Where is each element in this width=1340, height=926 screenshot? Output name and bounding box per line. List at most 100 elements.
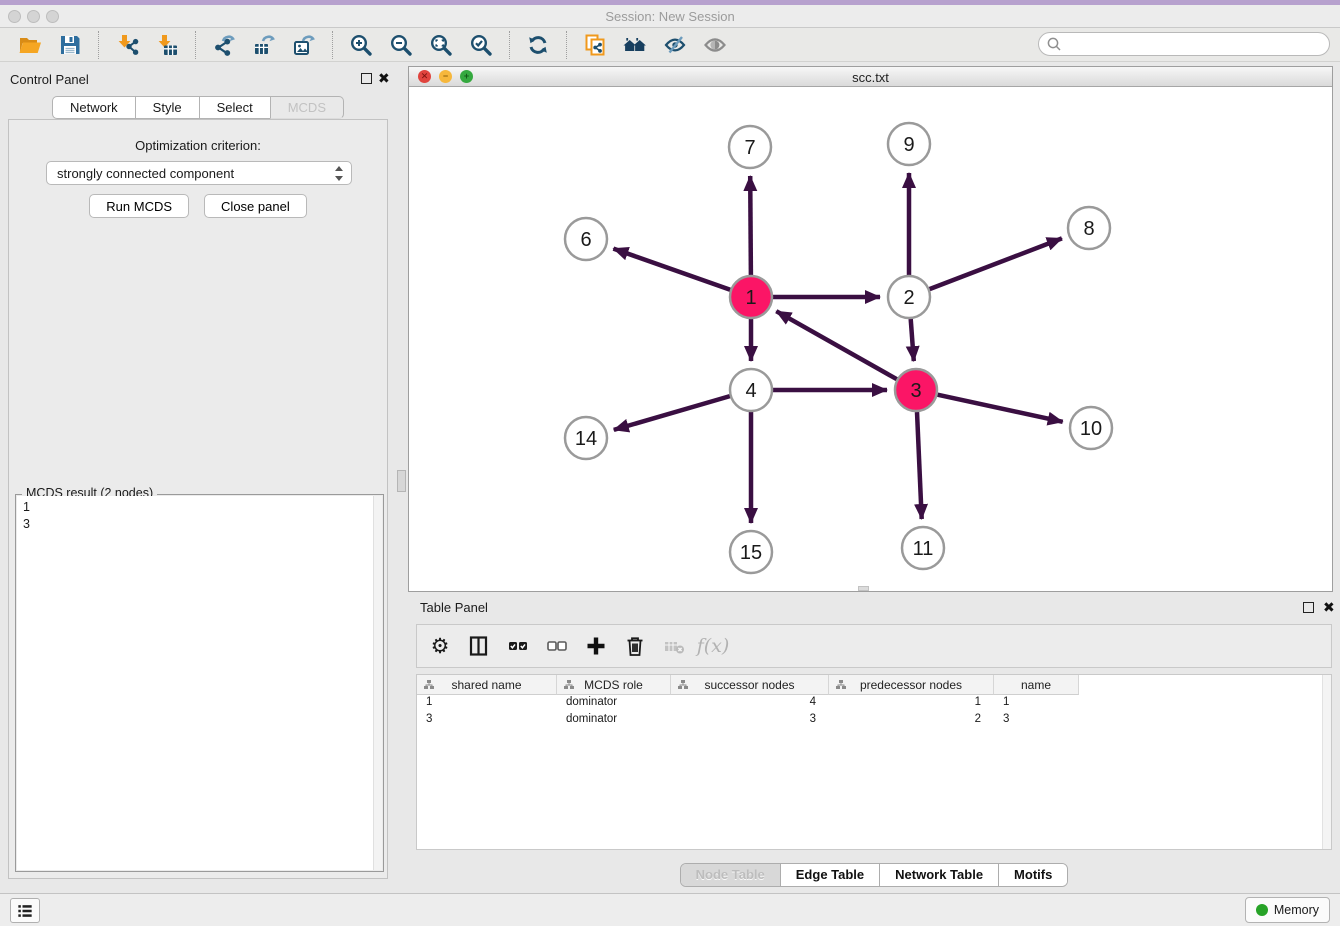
columns-button[interactable] [466,633,492,659]
import-table-button[interactable] [147,30,187,60]
float-panel-icon[interactable] [361,73,372,84]
node-4[interactable]: 4 [730,369,772,411]
control-panel-title: Control Panel [10,72,89,87]
zoom-fit-icon [428,32,454,58]
zoom-selected-button[interactable] [461,30,501,60]
zoom-out-button[interactable] [381,30,421,60]
mcds-result-text[interactable]: 13 [17,496,382,870]
edge-2-8[interactable] [930,238,1062,289]
hide-eye-button[interactable] [655,30,695,60]
export-network-button[interactable] [204,30,244,60]
table-close-panel-icon[interactable]: ✖ [1323,602,1335,613]
node-7[interactable]: 7 [729,126,771,168]
cell-MCDS-role[interactable]: dominator [557,712,671,729]
cell-successor-nodes[interactable]: 4 [671,695,829,712]
table-panel-title: Table Panel [420,600,488,615]
network-resize-grip[interactable] [858,586,869,591]
save-icon [57,32,83,58]
task-history-button[interactable] [10,898,40,923]
node-15[interactable]: 15 [730,531,772,573]
node-6[interactable]: 6 [565,218,607,260]
cell-shared-name[interactable]: 3 [417,712,557,729]
select-all-button[interactable] [505,633,531,659]
run-mcds-button[interactable]: Run MCDS [89,194,189,218]
edge-1-6[interactable] [613,249,730,290]
column-header-predecessor-nodes[interactable]: predecessor nodes [829,675,994,695]
tab-network[interactable]: Network [52,96,136,119]
export-table-button[interactable] [244,30,284,60]
refresh-button[interactable] [518,30,558,60]
memory-button[interactable]: Memory [1245,897,1330,923]
divider-handle[interactable] [397,470,406,492]
zoom-fit-button[interactable] [421,30,461,60]
edge-2-3[interactable] [911,319,914,361]
table-float-panel-icon[interactable] [1303,602,1314,613]
show-eye-button[interactable] [695,30,735,60]
cell-name[interactable]: 1 [994,695,1079,712]
node-3[interactable]: 3 [895,369,937,411]
cell-successor-nodes[interactable]: 3 [671,712,829,729]
save-button[interactable] [50,30,90,60]
cell-MCDS-role[interactable]: dominator [557,695,671,712]
table-row[interactable]: 3dominator323 [417,712,1331,729]
node-14[interactable]: 14 [565,417,607,459]
column-label: name [1021,678,1051,692]
edge-4-14[interactable] [614,396,730,430]
function-icon: f(x) [700,633,726,659]
network-title: scc.txt [409,70,1332,85]
delete-button[interactable] [622,633,648,659]
tab-select[interactable]: Select [199,96,271,119]
close-panel-icon[interactable]: ✖ [378,73,390,84]
panel-divider[interactable] [396,62,408,893]
node-1[interactable]: 1 [730,276,772,318]
deselect-all-button[interactable] [544,633,570,659]
network-canvas[interactable]: 7 9 6 8 1 2 4 3 14 10 15 11 [409,87,1332,591]
open-folder-button[interactable] [10,30,50,60]
home-button[interactable] [615,30,655,60]
svg-text:1: 1 [745,287,756,309]
select-stepper-icon [334,166,345,181]
mcds-result-scrollbar[interactable] [373,496,382,870]
tab-network-table[interactable]: Network Table [879,864,998,886]
search-input[interactable] [1062,34,1329,54]
edge-3-11[interactable] [917,412,922,519]
edge-1-7[interactable] [750,176,751,275]
toolbar-separator [509,31,510,59]
tab-mcds[interactable]: MCDS [270,96,344,119]
node-10[interactable]: 10 [1070,407,1112,449]
close-panel-button[interactable]: Close panel [204,194,307,218]
import-network-button[interactable] [107,30,147,60]
cell-name[interactable]: 3 [994,712,1079,729]
column-header-name[interactable]: name [994,675,1079,695]
edge-3-10[interactable] [938,395,1063,422]
tab-node-table[interactable]: Node Table [681,864,780,886]
export-image-button[interactable] [284,30,324,60]
table-scrollbar[interactable] [1322,675,1331,849]
gear-button[interactable]: ⚙ [427,633,453,659]
delete-icon [622,633,648,659]
table-row[interactable]: 1dominator411 [417,695,1331,712]
tab-style[interactable]: Style [135,96,200,119]
cell-shared-name[interactable]: 1 [417,695,557,712]
criterion-select[interactable]: strongly connected component [46,161,352,185]
svg-text:6: 6 [580,229,591,251]
svg-text:14: 14 [575,428,597,450]
cell-predecessor-nodes[interactable]: 1 [829,695,994,712]
network-graph-svg: 7 9 6 8 1 2 4 3 14 10 15 11 [409,87,1332,591]
add-button[interactable] [583,633,609,659]
clone-network-button[interactable] [575,30,615,60]
tab-edge-table[interactable]: Edge Table [780,864,879,886]
node-9[interactable]: 9 [888,123,930,165]
column-header-successor-nodes[interactable]: successor nodes [671,675,829,695]
cell-predecessor-nodes[interactable]: 2 [829,712,994,729]
node-8[interactable]: 8 [1068,207,1110,249]
tab-motifs[interactable]: Motifs [998,864,1067,886]
column-header-MCDS-role[interactable]: MCDS role [557,675,671,695]
search-field[interactable] [1038,32,1330,56]
edge-3-1[interactable] [776,311,897,379]
zoom-in-button[interactable] [341,30,381,60]
node-2[interactable]: 2 [888,276,930,318]
column-header-shared-name[interactable]: shared name [417,675,557,695]
column-label: successor nodes [704,678,794,692]
node-11[interactable]: 11 [902,527,944,569]
